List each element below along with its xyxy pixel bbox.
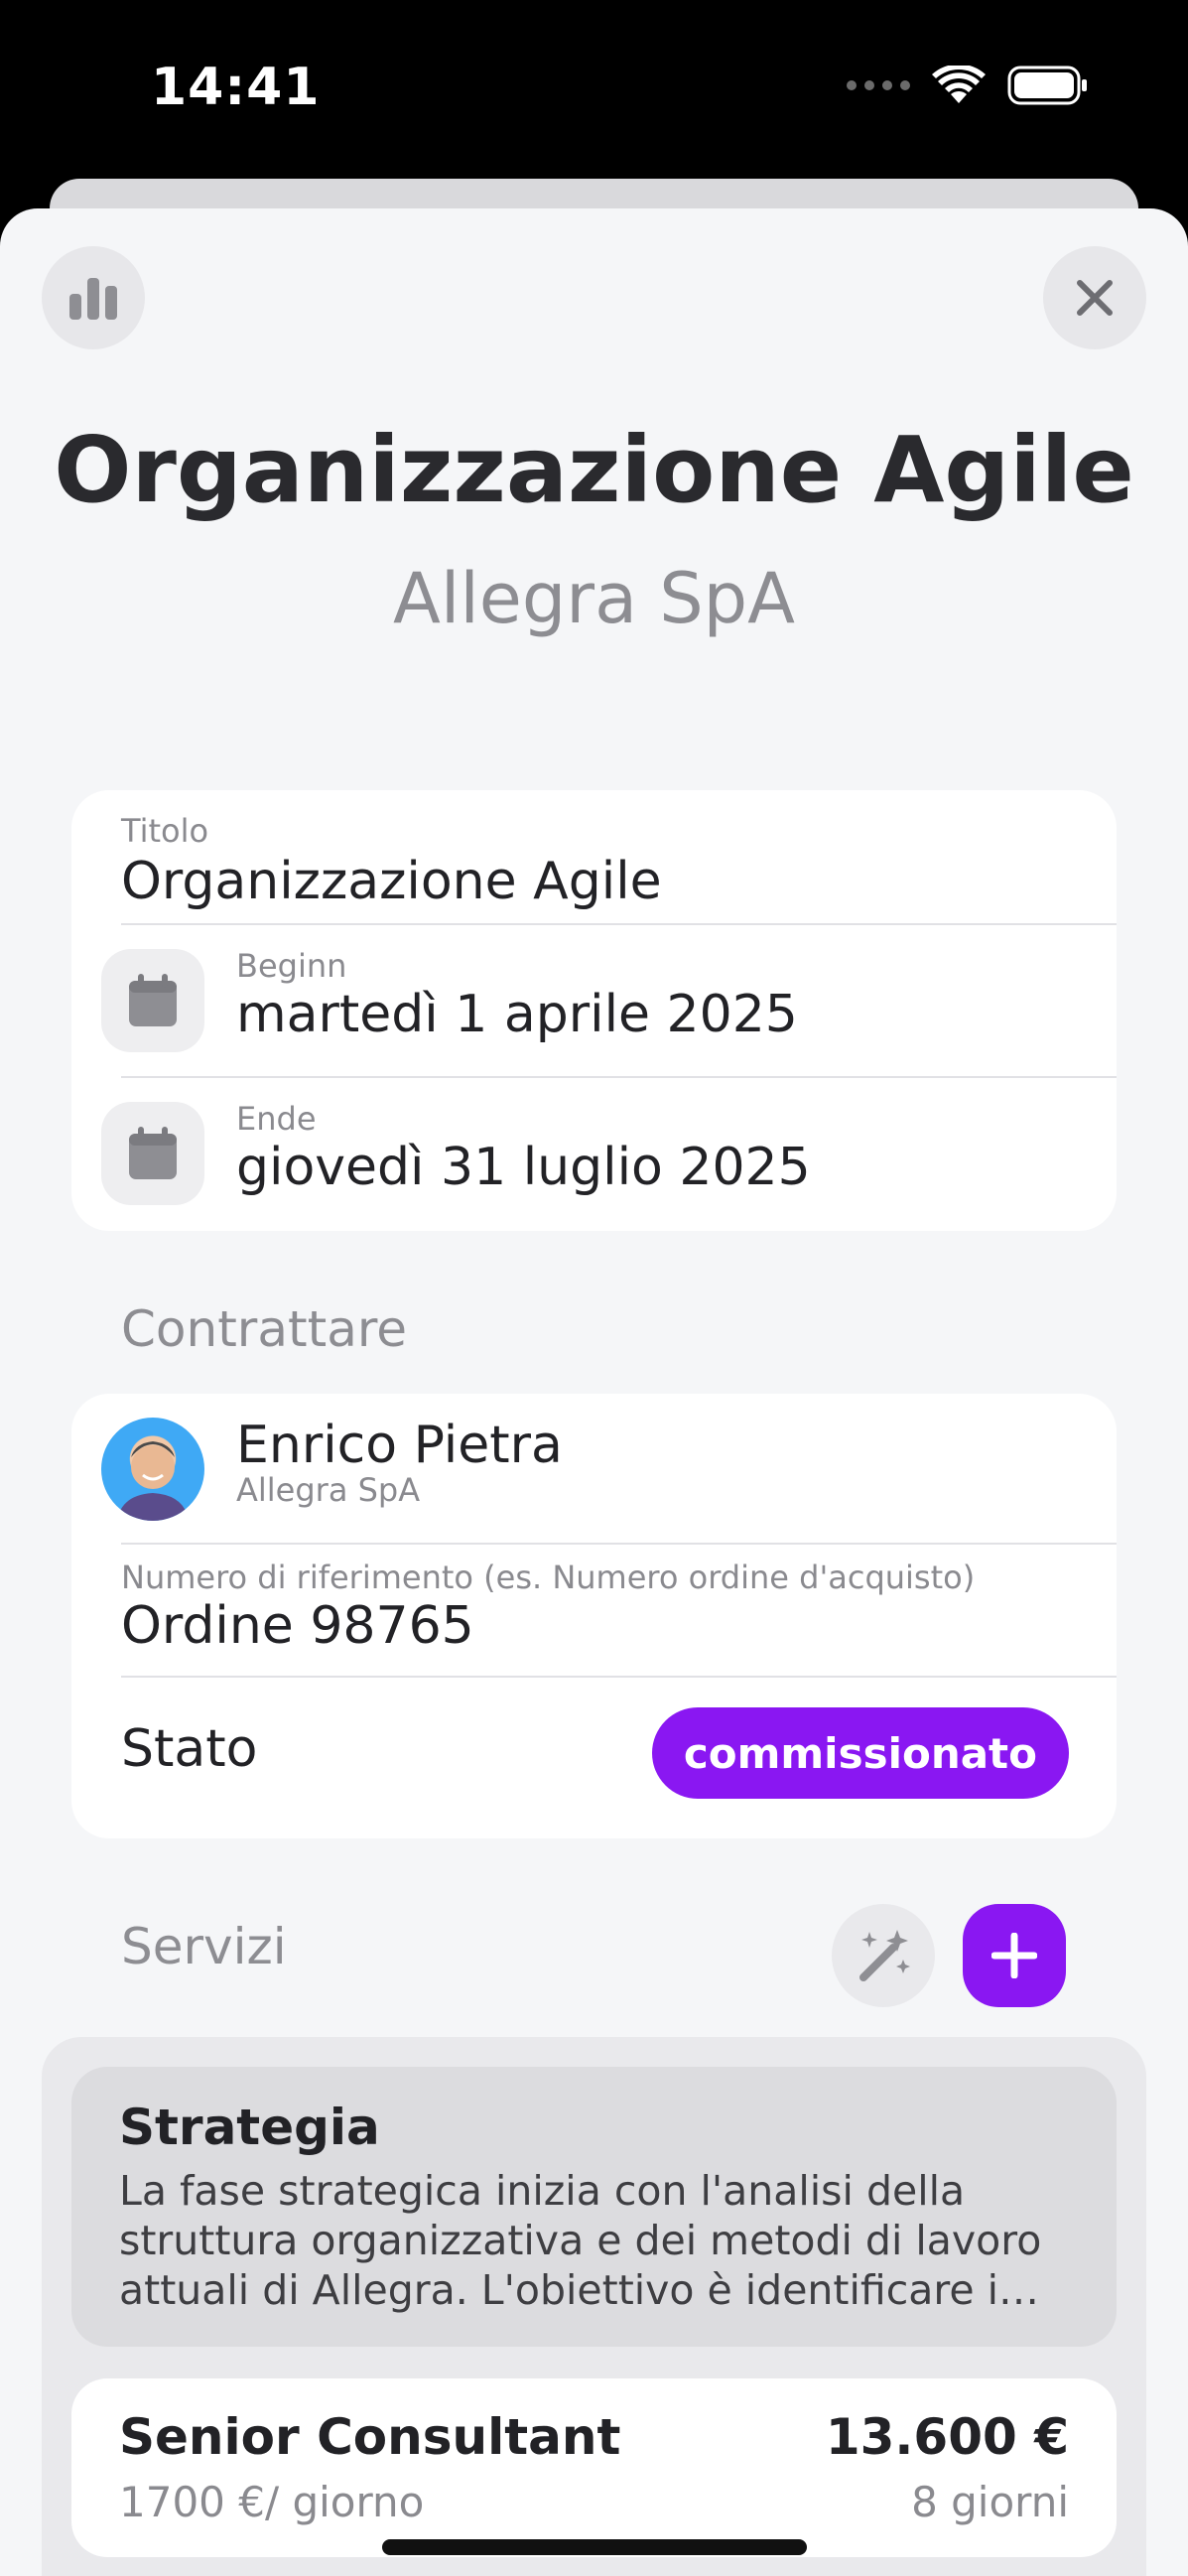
cellular-icon xyxy=(847,80,910,90)
title-field[interactable]: Titolo Organizzazione Agile xyxy=(121,812,1094,911)
service-role: Senior Consultant xyxy=(119,2408,621,2466)
add-service-button[interactable] xyxy=(963,1904,1066,2007)
service-total: 13.600 € xyxy=(825,2408,1069,2466)
title-label: Titolo xyxy=(121,812,209,850)
divider xyxy=(121,923,1117,925)
reference-label: Numero di riferimento (es. Numero ordine… xyxy=(121,1559,976,1596)
battery-icon xyxy=(1007,66,1087,105)
status-icons xyxy=(847,66,1089,105)
reference-field[interactable]: Numero di riferimento (es. Numero ordine… xyxy=(121,1559,1094,1656)
status-badge[interactable]: commissionato xyxy=(651,1707,1069,1799)
page-subtitle: Allegra SpA xyxy=(393,558,795,639)
reference-value: Ordine 98765 xyxy=(121,1596,474,1656)
home-indicator[interactable] xyxy=(382,2539,807,2555)
phase-title: Strategia xyxy=(119,2099,380,2156)
contractor-company: Allegra SpA xyxy=(236,1471,421,1509)
start-date-button[interactable] xyxy=(101,949,204,1052)
plus-icon xyxy=(991,1933,1037,1978)
end-label: Ende xyxy=(236,1100,317,1138)
status-bar: 14:41 xyxy=(0,0,1188,174)
close-icon xyxy=(1077,280,1113,316)
phase-description: La fase strategica inizia con l'analisi … xyxy=(119,2167,1042,2314)
divider xyxy=(121,1676,1117,1678)
start-value: martedì 1 aprile 2025 xyxy=(236,985,798,1044)
page-title: Organizzazione Agile xyxy=(54,417,1134,523)
service-rate: 1700 €/ giorno xyxy=(119,2478,425,2526)
stats-button[interactable] xyxy=(42,246,145,349)
close-button[interactable] xyxy=(1043,246,1146,349)
title-value: Organizzazione Agile xyxy=(121,852,662,911)
project-details-card: Titolo Organizzazione Agile Beginn marte… xyxy=(71,790,1117,1231)
magic-wand-icon xyxy=(859,1930,910,1981)
service-days: 8 giorni xyxy=(911,2478,1069,2526)
magic-button[interactable] xyxy=(832,1904,935,2007)
status-label: Stato xyxy=(121,1719,258,1779)
start-label: Beginn xyxy=(236,947,347,985)
contractor-card: Enrico Pietra Allegra SpA Numero di rife… xyxy=(71,1394,1117,1838)
end-date-button[interactable] xyxy=(101,1102,204,1205)
contractor-name: Enrico Pietra xyxy=(236,1416,563,1475)
phase-card[interactable]: Strategia La fase strategica inizia con … xyxy=(71,2067,1117,2347)
end-value: giovedì 31 luglio 2025 xyxy=(236,1138,811,1197)
services-section-label: Servizi xyxy=(121,1918,287,1975)
services-panel: Strategia La fase strategica inizia con … xyxy=(42,2037,1146,2576)
divider xyxy=(121,1076,1117,1078)
avatar xyxy=(101,1418,204,1521)
project-sheet: Organizzazione Agile Allegra SpA Titolo … xyxy=(0,208,1188,2576)
bar-chart-icon xyxy=(69,278,117,320)
status-time: 14:41 xyxy=(151,58,321,117)
service-item[interactable]: Senior Consultant 1700 €/ giorno 13.600 … xyxy=(71,2378,1117,2557)
calendar-icon xyxy=(129,1127,177,1179)
wifi-icon xyxy=(932,66,986,103)
screen: 14:41 Organizzazione Agile Allegra SpA T… xyxy=(0,0,1188,2576)
divider xyxy=(121,1543,1117,1545)
calendar-icon xyxy=(129,974,177,1026)
contractor-section-label: Contrattare xyxy=(121,1300,408,1358)
